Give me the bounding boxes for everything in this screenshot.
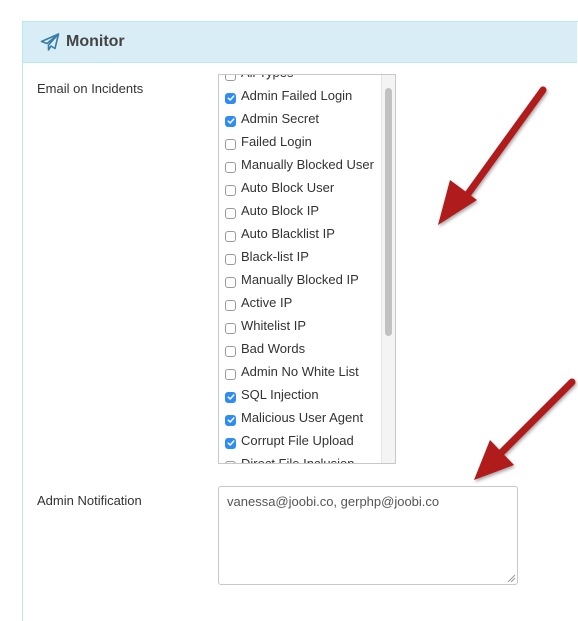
incident-option[interactable]: Manually Blocked IP bbox=[219, 268, 379, 291]
incident-option-label: Auto Block User bbox=[241, 180, 335, 195]
checkbox-unchecked[interactable] bbox=[225, 207, 236, 219]
incident-option[interactable]: Admin No White List bbox=[219, 360, 379, 383]
incident-option-label: Malicious User Agent bbox=[241, 410, 364, 425]
panel-heading: Monitor bbox=[23, 22, 577, 63]
incident-option-label: Manually Blocked User bbox=[241, 157, 374, 172]
incident-option-label: Corrupt File Upload bbox=[241, 433, 354, 448]
incident-option[interactable]: Admin Secret bbox=[219, 107, 379, 130]
admin-notification-label: Admin Notification bbox=[37, 493, 142, 508]
incident-option[interactable]: Malicious User Agent bbox=[219, 406, 379, 429]
checkbox-checked[interactable] bbox=[225, 437, 236, 449]
incident-option[interactable]: Active IP bbox=[219, 291, 379, 314]
incident-option-label: Admin Failed Login bbox=[241, 88, 353, 103]
checkbox-unchecked[interactable] bbox=[225, 138, 236, 150]
incident-option[interactable]: Black-list IP bbox=[219, 245, 379, 268]
incident-option-label: Auto Blacklist IP bbox=[241, 226, 335, 241]
incident-option-label: Admin No White List bbox=[241, 364, 359, 379]
checkbox-checked[interactable] bbox=[225, 92, 236, 104]
incident-options-list: All Types Admin Failed Login Admin Secret F… bbox=[219, 75, 379, 464]
incident-option[interactable]: All Types bbox=[219, 75, 379, 84]
incident-option[interactable]: Failed Login bbox=[219, 130, 379, 153]
incident-option[interactable]: Admin Failed Login bbox=[219, 84, 379, 107]
checkbox-unchecked[interactable] bbox=[225, 460, 236, 463]
incident-option-label: Black-list IP bbox=[241, 249, 309, 264]
incident-option[interactable]: SQL Injection bbox=[219, 383, 379, 406]
incident-option-label: Whitelist IP bbox=[241, 318, 307, 333]
checkbox-unchecked[interactable] bbox=[225, 230, 236, 242]
scrollbar-thumb[interactable] bbox=[385, 88, 392, 336]
listbox-scrollbar[interactable] bbox=[381, 75, 395, 463]
resize-grip-icon[interactable] bbox=[505, 572, 516, 583]
checkbox-checked[interactable] bbox=[225, 115, 236, 127]
incident-option-label: Direct File Inclusion bbox=[241, 456, 355, 464]
admin-notification-textarea[interactable] bbox=[218, 486, 518, 585]
incident-option-label: Manually Blocked IP bbox=[241, 272, 359, 287]
checkbox-unchecked[interactable] bbox=[225, 345, 236, 357]
checkbox-unchecked[interactable] bbox=[225, 184, 236, 196]
checkbox-unchecked[interactable] bbox=[225, 276, 236, 288]
checkbox-checked[interactable] bbox=[225, 391, 236, 403]
incident-option[interactable]: Manually Blocked User bbox=[219, 153, 379, 176]
incident-type-multiselect[interactable]: All Types Admin Failed Login Admin Secret F… bbox=[218, 74, 396, 464]
incident-option[interactable]: Auto Block IP bbox=[219, 199, 379, 222]
incident-option-label: Admin Secret bbox=[241, 111, 320, 126]
incident-option-label: SQL Injection bbox=[241, 387, 319, 402]
checkbox-unchecked[interactable] bbox=[225, 322, 236, 334]
incident-option-label: Failed Login bbox=[241, 134, 312, 149]
panel-title: Monitor bbox=[66, 33, 125, 50]
incident-option[interactable]: Whitelist IP bbox=[219, 314, 379, 337]
incident-option-label: Active IP bbox=[241, 295, 293, 310]
checkbox-checked[interactable] bbox=[225, 414, 236, 426]
checkbox-unchecked[interactable] bbox=[225, 253, 236, 265]
checkbox-unchecked[interactable] bbox=[225, 368, 236, 380]
incident-option[interactable]: Direct File Inclusion bbox=[219, 452, 379, 464]
email-on-incidents-label: Email on Incidents bbox=[37, 81, 144, 96]
paper-plane-icon bbox=[40, 33, 60, 51]
checkbox-unchecked[interactable] bbox=[225, 299, 236, 311]
incident-option[interactable]: Auto Blacklist IP bbox=[219, 222, 379, 245]
incident-option-label: All Types bbox=[241, 75, 294, 80]
checkbox-unchecked[interactable] bbox=[225, 161, 236, 173]
incident-option[interactable]: Bad Words bbox=[219, 337, 379, 360]
checkbox-unchecked[interactable] bbox=[225, 75, 236, 81]
incident-option[interactable]: Auto Block User bbox=[219, 176, 379, 199]
incident-option-label: Auto Block IP bbox=[241, 203, 320, 218]
incident-option-label: Bad Words bbox=[241, 341, 306, 356]
incident-option[interactable]: Corrupt File Upload bbox=[219, 429, 379, 452]
